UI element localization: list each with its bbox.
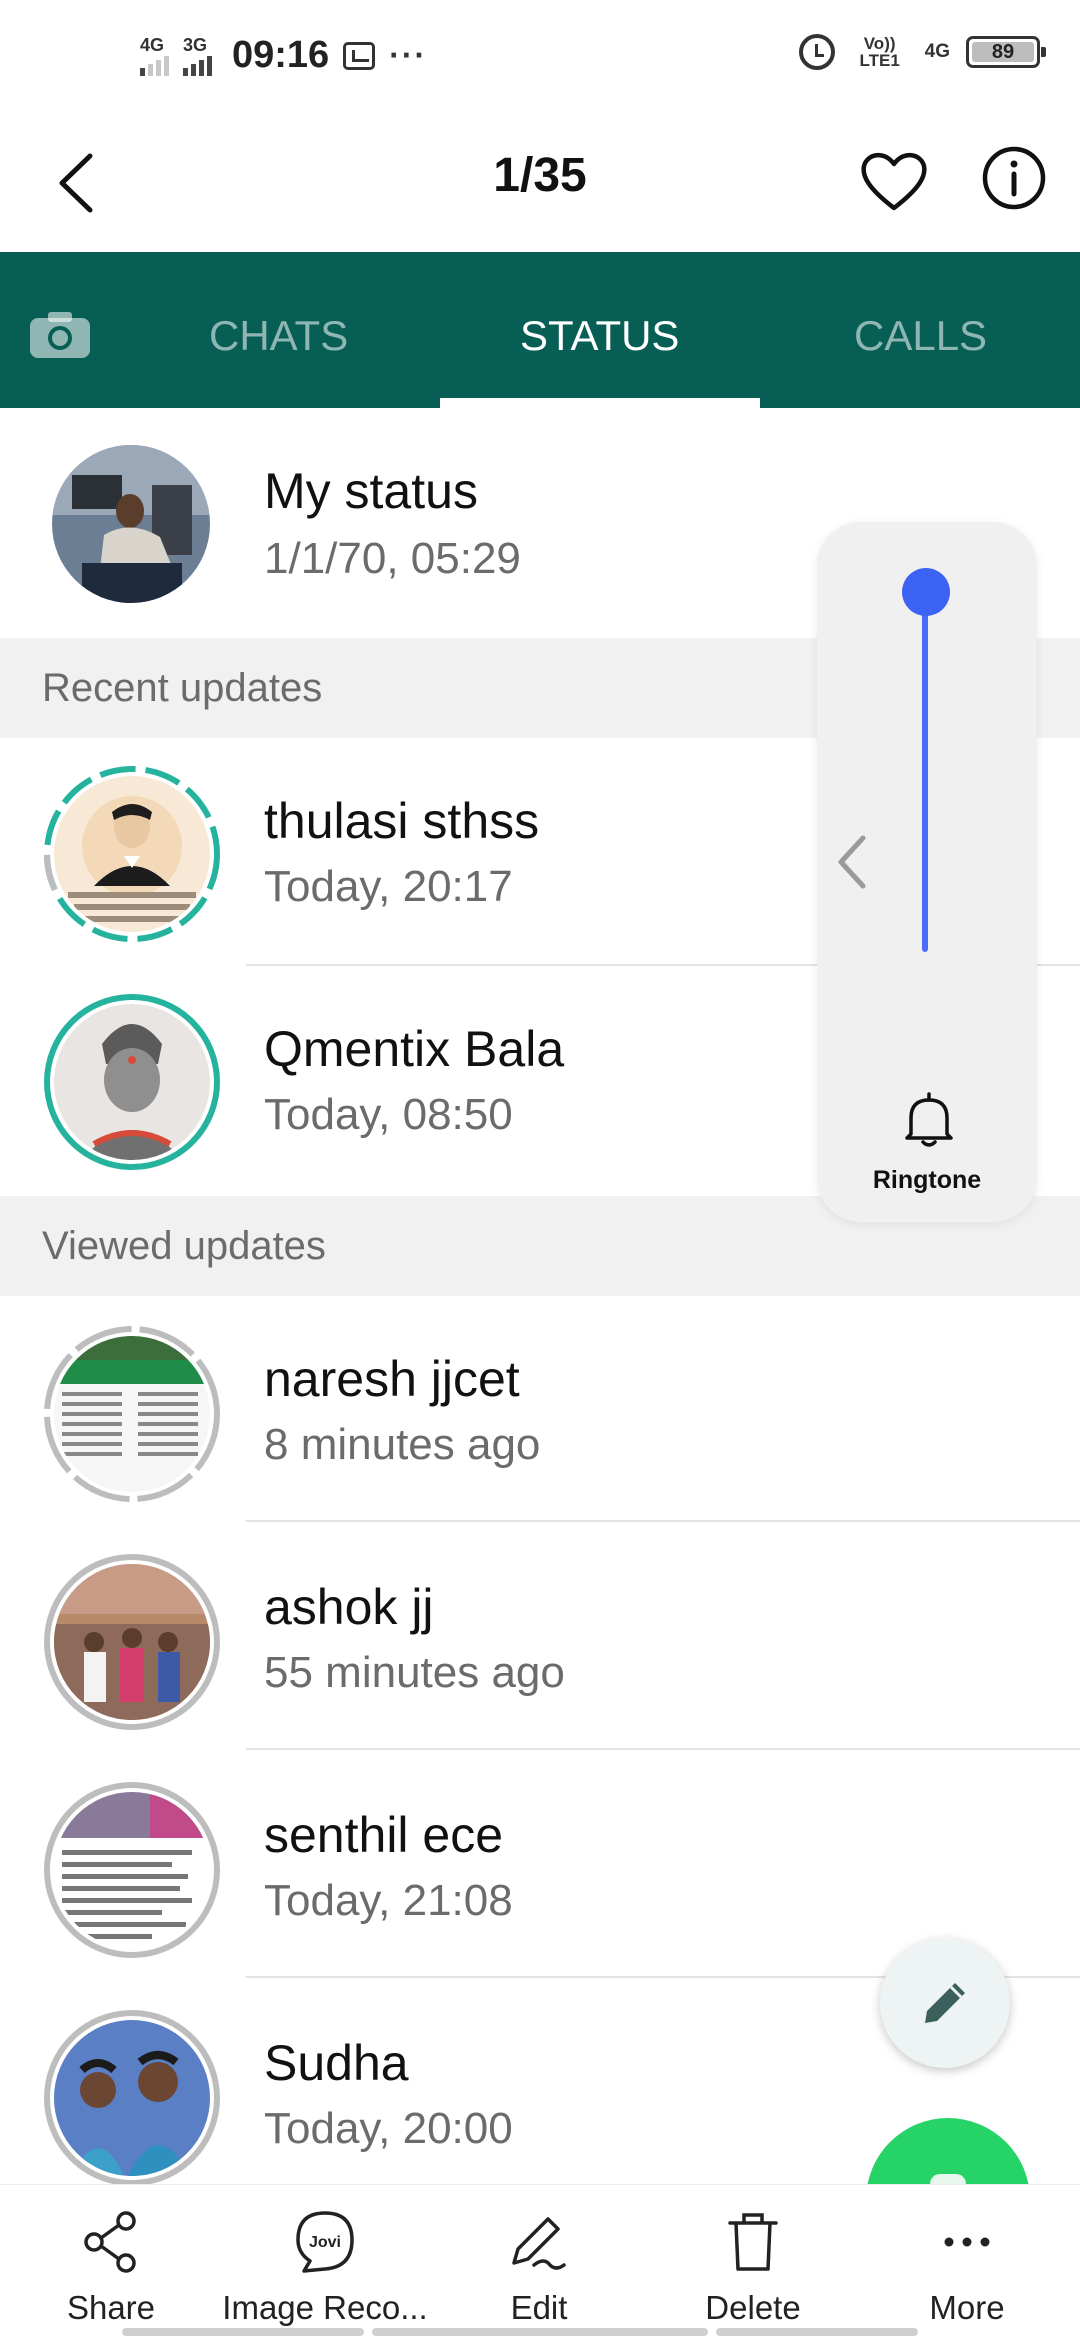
- volume-panel: Ringtone: [817, 522, 1037, 1222]
- share-button[interactable]: Share: [6, 2207, 216, 2327]
- expand-chevron-icon[interactable]: [833, 832, 873, 892]
- contact-name: ashok jj: [264, 1579, 434, 1635]
- more-button[interactable]: More: [862, 2207, 1072, 2327]
- avatar: [52, 445, 210, 603]
- avatar: [42, 1324, 222, 1504]
- camera-icon[interactable]: [28, 308, 92, 360]
- more-icon: [944, 2237, 990, 2247]
- contact-name: naresh jjcet: [264, 1351, 520, 1407]
- contact-name: thulasi sthss: [264, 793, 540, 849]
- edit-label: Edit: [510, 2289, 568, 2326]
- info-icon[interactable]: [980, 144, 1048, 212]
- volume-slider-handle[interactable]: [902, 568, 950, 616]
- more-label: More: [929, 2289, 1005, 2326]
- edit-button[interactable]: Edit: [434, 2207, 644, 2327]
- jovi-icon: Jovi: [296, 2211, 354, 2273]
- pencil-icon: [925, 1983, 965, 2023]
- status-time: 8 minutes ago: [264, 1420, 541, 1469]
- viewer-action-bar: Share Jovi Image Reco... Edit Delete Mor…: [0, 2184, 1080, 2340]
- volume-slider-track[interactable]: [922, 592, 928, 952]
- network-type-3: 4G: [924, 41, 950, 62]
- viewer-top-bar: 1/35: [0, 120, 1080, 252]
- status-time: Today, 08:50: [264, 1090, 513, 1139]
- alarm-icon: [798, 34, 835, 70]
- app-tabs-bar: CHATS STATUS CALLS: [0, 252, 1080, 408]
- gesture-bar-segment: [716, 2328, 918, 2336]
- notification-icon: [343, 41, 376, 70]
- delete-label: Delete: [705, 2289, 801, 2326]
- recent-updates-label: Recent updates: [42, 666, 323, 710]
- avatar: [42, 1780, 222, 1960]
- system-status-bar: 4G 3G 09:16 ··· Vo)) LTE1 4G 89: [0, 0, 1080, 120]
- signal-3g-icon: 3G: [183, 36, 212, 76]
- my-status-time: 1/1/70, 05:29: [264, 534, 521, 583]
- status-row-ashok[interactable]: ashok jj 55 minutes ago: [0, 1524, 1080, 1750]
- status-time: Today, 21:08: [264, 1876, 513, 1925]
- status-time: 55 minutes ago: [264, 1648, 565, 1697]
- status-time: Today, 20:17: [264, 862, 513, 911]
- network-type-1: 4G: [140, 34, 165, 55]
- heart-icon[interactable]: [858, 146, 930, 218]
- clock: 09:16: [232, 34, 330, 76]
- share-icon: [84, 2211, 136, 2273]
- signal-4g-icon: 4G: [140, 36, 169, 76]
- contact-name: Sudha: [264, 2035, 409, 2091]
- delete-button[interactable]: Delete: [648, 2207, 858, 2327]
- avatar: [42, 992, 222, 1172]
- contact-name: senthil ece: [264, 1807, 504, 1863]
- status-time: Today, 20:00: [264, 2104, 513, 2153]
- status-row-naresh[interactable]: naresh jjcet 8 minutes ago: [0, 1296, 1080, 1522]
- active-tab-indicator: [440, 398, 760, 408]
- image-recognition-label: Image Reco...: [222, 2289, 428, 2326]
- more-notifications: ···: [389, 37, 428, 73]
- tab-chats[interactable]: CHATS: [209, 312, 348, 360]
- tab-calls[interactable]: CALLS: [854, 312, 987, 360]
- avatar: [42, 1552, 222, 1732]
- volume-stream-label: Ringtone: [872, 1166, 982, 1194]
- text-status-button[interactable]: [880, 1938, 1010, 2068]
- avatar: [42, 764, 222, 944]
- gesture-bar-segment: [372, 2328, 708, 2336]
- divider: [246, 1748, 1080, 1750]
- svg-text:Jovi: Jovi: [309, 2234, 341, 2251]
- avatar: [42, 2008, 222, 2188]
- trash-icon: [728, 2213, 778, 2271]
- battery-icon: 89: [966, 36, 1046, 68]
- viewed-updates-label: Viewed updates: [42, 1224, 326, 1268]
- gesture-bar-segment: [122, 2328, 364, 2336]
- share-label: Share: [66, 2289, 156, 2326]
- network-type-2: 3G: [183, 34, 208, 55]
- edit-icon: [512, 2217, 566, 2270]
- divider: [246, 1520, 1080, 1522]
- tab-status[interactable]: STATUS: [520, 312, 679, 360]
- volte-indicator: Vo)) LTE1: [859, 34, 900, 70]
- bell-icon[interactable]: [901, 1090, 957, 1150]
- battery-level: 89: [991, 40, 1015, 63]
- image-recognition-button[interactable]: Jovi Image Reco...: [220, 2207, 430, 2327]
- my-status-name: My status: [264, 463, 478, 519]
- contact-name: Qmentix Bala: [264, 1021, 565, 1077]
